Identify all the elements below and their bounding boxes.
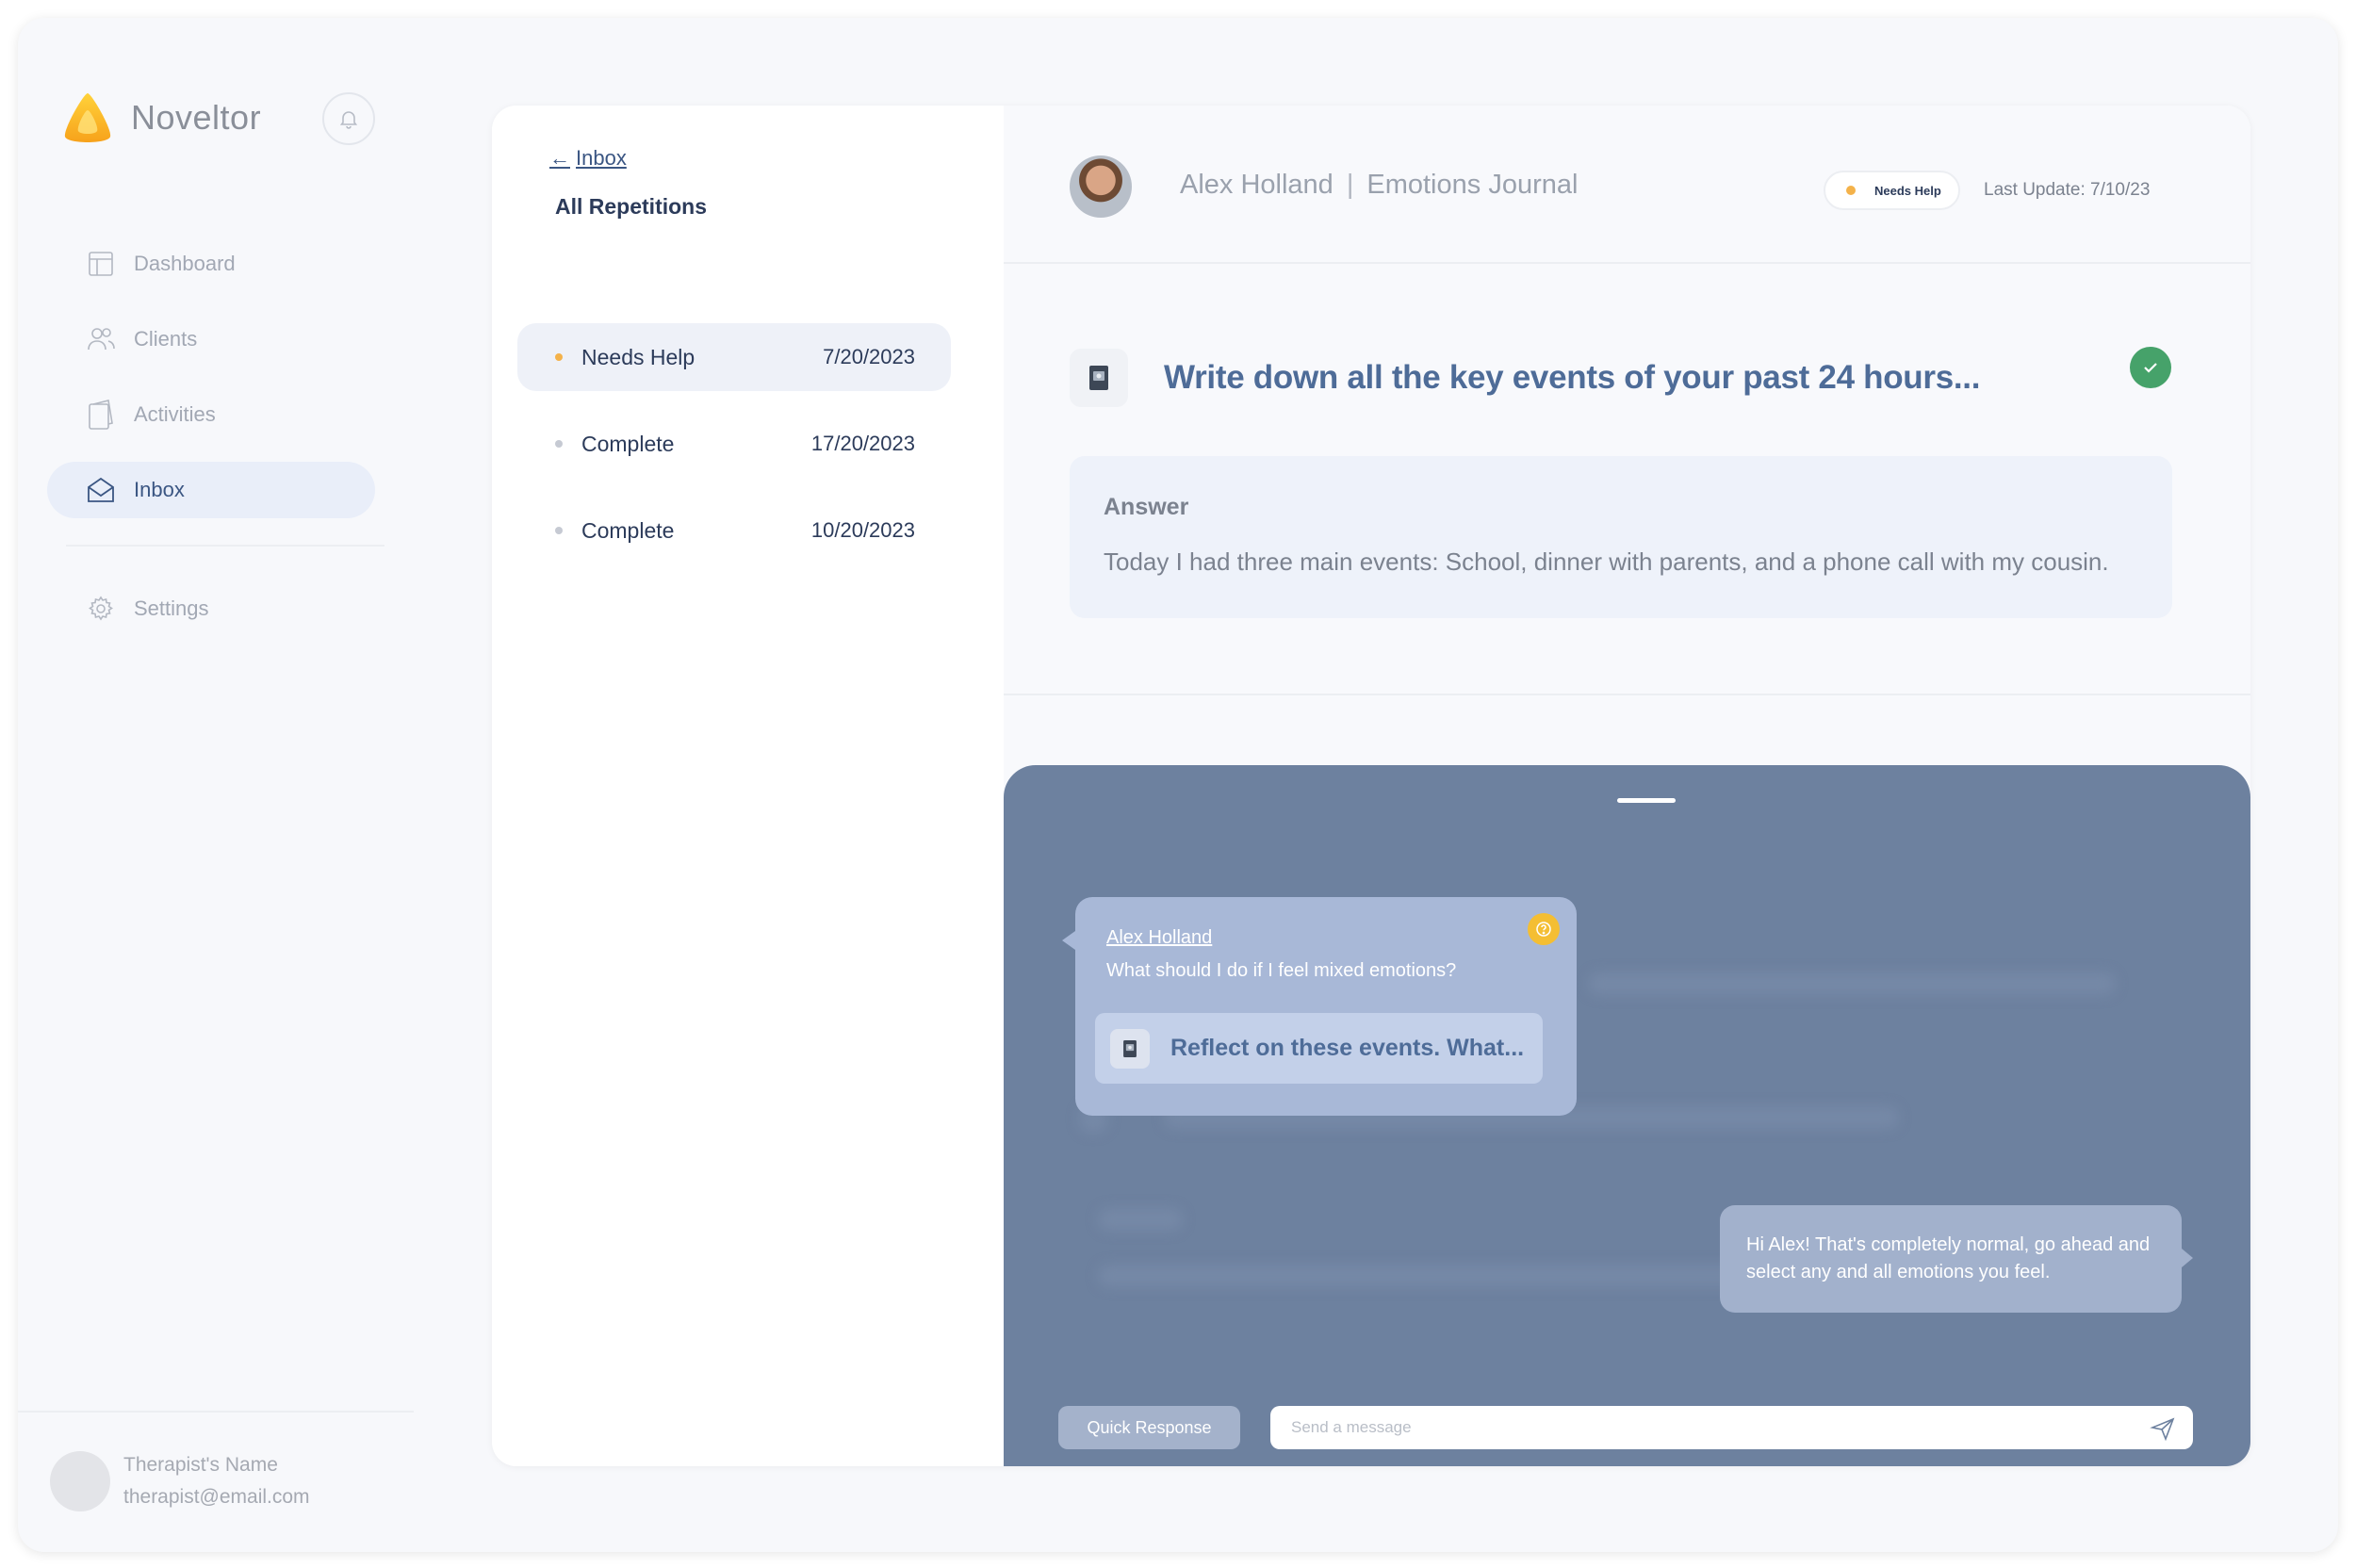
repetitions-pane: ← Inbox All Repetitions Needs Help 7/20/…: [492, 106, 1004, 1466]
list-title: All Repetitions: [555, 194, 708, 219]
detail-divider: [1004, 694, 2250, 695]
activity-name: Emotions Journal: [1366, 170, 1579, 200]
help-icon: [1528, 913, 1560, 945]
sidebar-item-label: Settings: [134, 596, 209, 620]
chat-panel: Alex Holland What should I do if I feel …: [1004, 765, 2250, 1466]
brand[interactable]: Noveltor: [57, 88, 261, 148]
repetitions-list: Needs Help 7/20/2023 Complete 17/20/2023…: [517, 323, 951, 583]
status-dot: [555, 527, 563, 534]
settings-section: Settings: [47, 580, 375, 656]
main-card: ← Inbox All Repetitions Needs Help 7/20/…: [492, 106, 2250, 1466]
list-item[interactable]: Complete 10/20/2023: [517, 497, 951, 564]
question-text: Write down all the key events of your pa…: [1164, 359, 1981, 396]
gear-icon: [85, 593, 117, 625]
profile-name: Therapist's Name: [123, 1454, 278, 1476]
brand-name: Noveltor: [131, 98, 262, 137]
last-update: Last Update: 7/10/23: [1984, 180, 2151, 200]
send-icon[interactable]: [2150, 1415, 2176, 1442]
sidebar-item-label: Activities: [134, 402, 216, 426]
arrow-left-icon: ←: [549, 146, 570, 170]
list-item[interactable]: Complete 17/20/2023: [517, 410, 951, 478]
client-avatar[interactable]: [1070, 155, 1132, 218]
dashboard-icon: [85, 248, 117, 280]
noveltor-logo-icon: [64, 93, 111, 142]
message-text: What should I do if I feel mixed emotion…: [1106, 960, 1457, 981]
bell-icon: [339, 111, 358, 129]
blurred-background-text: [1588, 972, 2116, 995]
avatar: [50, 1451, 110, 1511]
sidebar-item-activities[interactable]: Activities: [47, 386, 375, 443]
sidebar-item-label: Clients: [134, 327, 198, 351]
answer-text: Today I had three main events: School, d…: [1104, 547, 2109, 576]
sidebar-item-dashboard[interactable]: Dashboard: [47, 236, 375, 292]
message-sender-link[interactable]: Alex Holland: [1106, 927, 1212, 949]
sidebar-nav: Dashboard Clients Activities Inbox: [47, 236, 375, 537]
client-name: Alex Holland: [1180, 170, 1333, 200]
message-input[interactable]: [1291, 1418, 2120, 1437]
nav-divider: [66, 545, 384, 547]
sidebar-item-label: Dashboard: [134, 252, 236, 275]
sidebar: Noveltor Dashboard Clients Activities In…: [18, 18, 414, 1552]
sidebar-item-label: Inbox: [134, 478, 185, 501]
status-badge: Needs Help: [1824, 171, 1960, 210]
back-to-inbox-link[interactable]: ← Inbox: [549, 146, 627, 171]
drag-handle[interactable]: [1617, 798, 1676, 803]
status-badge-label: Needs Help: [1874, 183, 1941, 198]
sidebar-footer-divider: [18, 1411, 414, 1413]
question-row: Write down all the key events of your pa…: [1070, 344, 2182, 412]
user-profile[interactable]: Therapist's Name therapist@email.com: [50, 1451, 310, 1511]
detail-header: Alex Holland | Emotions Journal Needs He…: [1004, 106, 2250, 264]
users-icon: [85, 323, 117, 355]
profile-text: Therapist's Name therapist@email.com: [123, 1454, 310, 1509]
journal-icon: [1070, 349, 1128, 407]
list-item[interactable]: Needs Help 7/20/2023: [517, 323, 951, 391]
message-input-container: [1270, 1406, 2193, 1449]
activities-icon: [85, 399, 117, 431]
repetition-date: 7/20/2023: [823, 345, 915, 368]
sidebar-item-clients[interactable]: Clients: [47, 311, 375, 368]
outgoing-message-bubble: Hi Alex! That's completely normal, go ah…: [1720, 1205, 2193, 1313]
status-dot: [1846, 186, 1856, 195]
status-dot: [555, 353, 563, 361]
inbox-icon: [85, 474, 117, 506]
referenced-question-text: Reflect on these events. What...: [1170, 1035, 1525, 1061]
quick-response-button[interactable]: Quick Response: [1058, 1406, 1240, 1449]
sidebar-item-inbox[interactable]: Inbox: [47, 462, 375, 518]
sidebar-item-settings[interactable]: Settings: [47, 580, 375, 637]
blurred-background-text: [1098, 1208, 1183, 1231]
journal-icon: [1110, 1028, 1150, 1069]
repetition-date: 10/20/2023: [810, 518, 915, 542]
answer-box: Answer Today I had three main events: Sc…: [1070, 456, 2172, 618]
answer-label: Answer: [1104, 494, 1189, 520]
check-icon: [2130, 347, 2171, 388]
title-separator: |: [1346, 170, 1354, 200]
message-text: Hi Alex! That's completely normal, go ah…: [1746, 1234, 2151, 1282]
profile-email: therapist@email.com: [123, 1486, 310, 1508]
notifications-button[interactable]: [322, 92, 375, 145]
referenced-question-card[interactable]: Reflect on these events. What...: [1095, 1013, 1543, 1084]
incoming-message-bubble: Alex Holland What should I do if I feel …: [1062, 897, 1577, 1116]
status-dot: [555, 440, 563, 448]
detail-pane: Alex Holland | Emotions Journal Needs He…: [1004, 106, 2250, 1466]
repetition-date: 17/20/2023: [810, 432, 915, 455]
app-window: Noveltor Dashboard Clients Activities In…: [18, 18, 2338, 1552]
client-title: Alex Holland | Emotions Journal: [1180, 170, 1578, 201]
back-link-label: Inbox: [576, 146, 627, 170]
